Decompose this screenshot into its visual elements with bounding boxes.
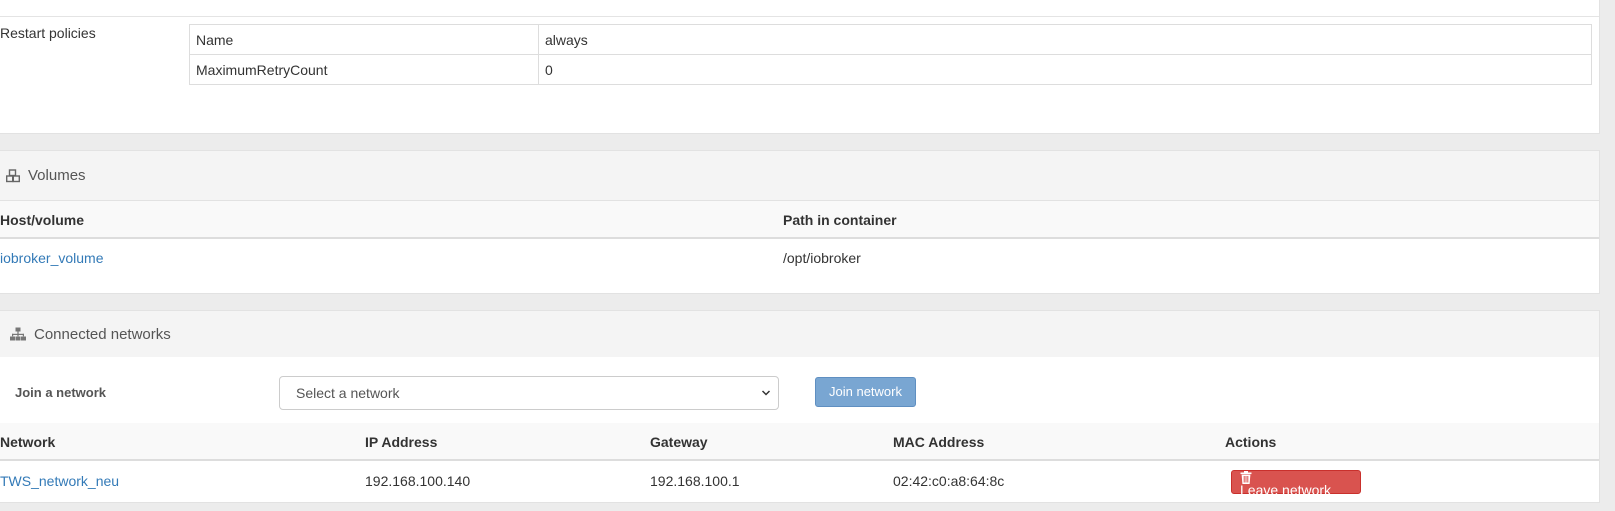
network-select-value: Select a network: [296, 385, 400, 401]
volumes-header: Volumes: [0, 151, 1599, 201]
volume-path: /opt/iobroker: [783, 250, 861, 266]
cubes-icon: [6, 168, 20, 183]
card-top-strip: [0, 0, 1599, 17]
policy-value: 0: [538, 54, 1592, 85]
policy-value: always: [538, 24, 1592, 55]
policy-key: Name: [189, 24, 539, 55]
column-header-mac[interactable]: MAC Address: [893, 423, 984, 461]
table-row: MaximumRetryCount 0: [189, 54, 1592, 85]
join-network-button[interactable]: Join network: [815, 377, 916, 407]
sitemap-icon: [10, 327, 26, 341]
table-row: Name always: [189, 24, 1592, 55]
network-link[interactable]: TWS_network_neu: [0, 473, 119, 489]
network-select[interactable]: Select a network: [279, 376, 779, 410]
column-header-host-volume[interactable]: Host/volume: [0, 201, 84, 239]
column-header-gateway[interactable]: Gateway: [650, 423, 708, 461]
column-header-path[interactable]: Path in container: [783, 201, 897, 239]
network-ip: 192.168.100.140: [365, 473, 471, 489]
network-gateway: 192.168.100.1: [650, 473, 740, 489]
column-header-actions: Actions: [1225, 434, 1277, 450]
chevron-down-icon: [761, 377, 771, 422]
table-row: iobroker_volume /opt/iobroker: [0, 239, 1599, 277]
column-header-network[interactable]: Network: [0, 423, 55, 461]
restart-policies-label: Restart policies: [0, 25, 96, 41]
volumes-card: Volumes Host/volume Path in container io…: [0, 150, 1600, 294]
policy-key: MaximumRetryCount: [189, 54, 539, 85]
leave-network-button[interactable]: Leave network: [1231, 470, 1361, 498]
restart-policies-card: Restart policies Name always MaximumRetr…: [0, 0, 1600, 134]
restart-policies-table: Name always MaximumRetryCount 0: [189, 24, 1592, 85]
join-network-row: Join a network Select a network Join net…: [0, 357, 1599, 423]
networks-table-header: Network IP Address Gateway MAC Address A…: [0, 423, 1599, 461]
leave-network-label: Leave network: [1240, 482, 1332, 498]
networks-header: Connected networks: [0, 311, 1599, 357]
volumes-title: Volumes: [28, 167, 86, 184]
column-header-ip[interactable]: IP Address: [365, 423, 437, 461]
network-mac: 02:42:c0:a8:64:8c: [893, 473, 1005, 489]
volume-link[interactable]: iobroker_volume: [0, 250, 104, 266]
table-row: TWS_network_neu 192.168.100.140 192.168.…: [0, 462, 1599, 500]
join-network-label: Join a network: [15, 385, 107, 400]
networks-card: Connected networks Join a network Select…: [0, 310, 1600, 503]
volumes-table-header: Host/volume Path in container: [0, 201, 1599, 239]
networks-title: Connected networks: [34, 325, 171, 343]
